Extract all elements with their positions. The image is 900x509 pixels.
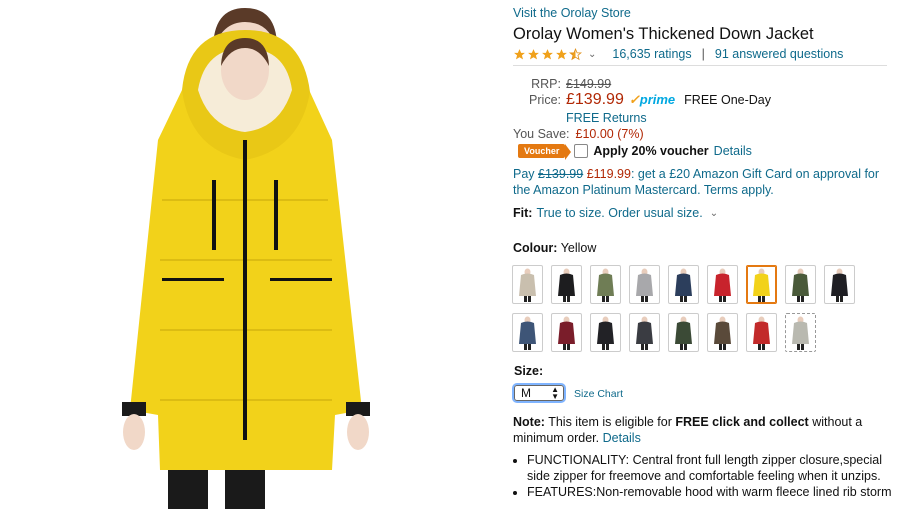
jacket-thumbnail-icon (714, 268, 731, 302)
voucher-checkbox[interactable] (574, 144, 589, 158)
half-star-icon (569, 47, 582, 60)
star-icon (556, 48, 567, 59)
feature-bullets: FUNCTIONALITY: Central front full length… (513, 452, 900, 500)
star-icon (542, 48, 553, 59)
note-label: Note: (513, 415, 545, 429)
star-icon (514, 48, 525, 59)
size-select[interactable]: M ▲ ▼ (514, 385, 564, 401)
jacket-thumbnail-icon (792, 268, 809, 302)
prime-logo-icon[interactable]: ✓prime (629, 92, 675, 108)
colour-swatch[interactable] (668, 313, 699, 352)
jacket-thumbnail-icon (675, 268, 692, 302)
colour-swatch[interactable] (512, 313, 543, 352)
jacket-thumbnail-icon (558, 268, 575, 302)
divider: | (701, 47, 705, 61)
colour-swatch[interactable] (707, 265, 738, 304)
note-bold: FREE click and collect (675, 415, 809, 429)
price-row: Price: £139.99 ✓prime FREE One-Day (513, 91, 771, 109)
jacket-thumbnail-icon (597, 268, 614, 302)
colour-value: Yellow (560, 241, 597, 255)
answered-questions-link[interactable]: 91 answered questions (715, 47, 844, 61)
rrp-value: £149.99 (566, 77, 612, 91)
jacket-thumbnail-icon (792, 316, 809, 350)
colour-swatch[interactable] (512, 265, 543, 304)
colour-swatch[interactable] (551, 313, 582, 352)
product-image[interactable] (100, 0, 390, 509)
pay-new-price: £119.99 (586, 167, 631, 181)
colour-swatch[interactable] (551, 265, 582, 304)
colour-swatch[interactable] (590, 265, 621, 304)
chevron-down-icon[interactable]: ⌄ (710, 208, 718, 219)
colour-swatch[interactable] (590, 313, 621, 352)
jacket-thumbnail-icon (714, 316, 731, 350)
voucher-details-link[interactable]: Details (714, 144, 752, 158)
fit-label: Fit: (513, 206, 533, 220)
pay-old-price: £139.99 (538, 167, 584, 181)
note-text: This item is eligible for (548, 415, 672, 429)
visit-store-link[interactable]: Visit the Orolay Store (513, 6, 631, 20)
colour-swatch[interactable] (785, 313, 816, 352)
size-chart-link[interactable]: Size Chart (574, 388, 623, 400)
jacket-thumbnail-icon (675, 316, 692, 350)
star-icon (528, 48, 539, 59)
rrp-row: RRP: £149.99 (513, 77, 611, 91)
voucher-row: Voucher Apply 20% voucher Details (518, 144, 752, 160)
savings-row: You Save: £10.00 (7%) (513, 127, 644, 141)
list-item: FEATURES:Non-removable hood with warm fl… (527, 484, 900, 500)
price-label: Price: (529, 93, 561, 107)
card-offer[interactable]: Pay £139.99 £119.99: get a £20 Amazon Gi… (513, 166, 883, 198)
colour-swatch[interactable] (707, 313, 738, 352)
colour-swatch[interactable] (746, 313, 777, 352)
colour-swatch[interactable] (746, 265, 777, 304)
jacket-thumbnail-icon (831, 268, 848, 302)
jacket-thumbnail-icon (597, 316, 614, 350)
save-value: £10.00 (7%) (575, 127, 644, 141)
list-item: FUNCTIONALITY: Central front full length… (527, 452, 900, 484)
voucher-badge: Voucher (518, 144, 572, 160)
free-returns-link[interactable]: FREE Returns (566, 111, 647, 125)
fit-row[interactable]: Fit: True to size. Order usual size. ⌄ (513, 206, 718, 220)
size-label: Size: (514, 364, 544, 378)
jacket-thumbnail-icon (753, 268, 770, 302)
jacket-thumbnail-icon (636, 268, 653, 302)
jacket-thumbnail-icon (753, 316, 770, 350)
divider (513, 65, 887, 66)
note-block: Note: This item is eligible for FREE cli… (513, 414, 888, 446)
note-details-link[interactable]: Details (603, 431, 641, 445)
rrp-label: RRP: (531, 77, 561, 91)
dropdown-arrows-icon: ▲ ▼ (551, 385, 559, 401)
save-label: You Save: (513, 127, 570, 141)
chevron-down-icon[interactable]: ⌄ (588, 49, 596, 60)
colour-swatch[interactable] (785, 265, 816, 304)
delivery-text: FREE One-Day (684, 93, 771, 107)
jacket-thumbnail-icon (636, 316, 653, 350)
star-rating[interactable] (513, 47, 582, 61)
ratings-count-link[interactable]: 16,635 ratings (612, 47, 691, 61)
colour-swatch[interactable] (629, 265, 660, 304)
colour-swatch[interactable] (668, 265, 699, 304)
voucher-text: Apply 20% voucher (593, 144, 709, 158)
colour-swatch[interactable] (824, 265, 855, 304)
colour-label: Colour: (513, 241, 558, 255)
product-title: Orolay Women's Thickened Down Jacket (513, 25, 814, 43)
fit-value[interactable]: True to size. Order usual size. (536, 206, 702, 220)
jacket-thumbnail-icon (519, 316, 536, 350)
jacket-thumbnail-icon (558, 316, 575, 350)
rating-row: ⌄ 16,635 ratings | 91 answered questions (513, 47, 843, 61)
colour-swatch[interactable] (629, 313, 660, 352)
price-value: £139.99 (566, 91, 624, 108)
size-value: M (521, 386, 531, 400)
jacket-thumbnail-icon (519, 268, 536, 302)
colour-swatches (512, 265, 872, 352)
colour-row: Colour: Yellow (513, 241, 596, 255)
prime-label: prime (639, 92, 676, 107)
pay-label: Pay (513, 167, 535, 181)
